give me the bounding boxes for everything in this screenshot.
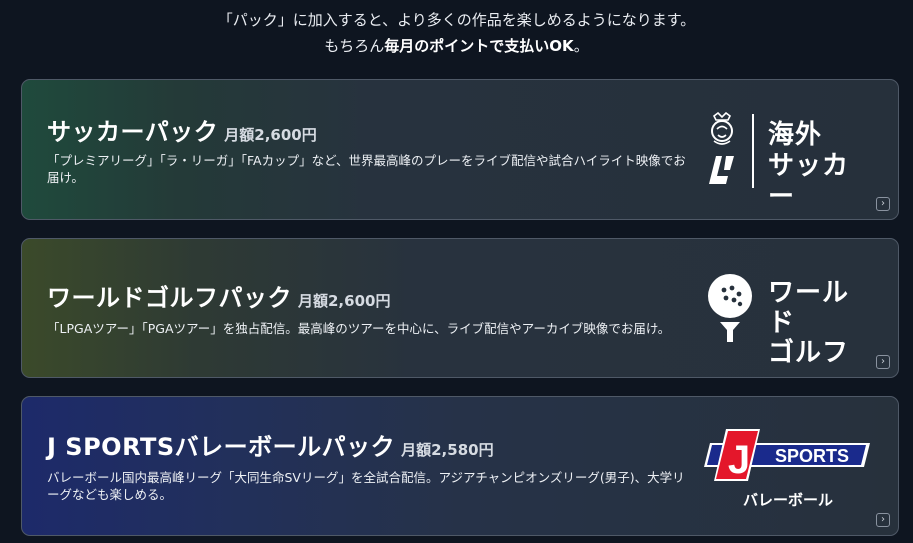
- intro-line-1: 「パック」に加入すると、より多くの作品を楽しめるようになります。: [217, 11, 696, 29]
- intro-line-2-bold: 毎月のポイントで支払いOK: [384, 37, 574, 55]
- world-golf-text: ワールド ゴルフ: [768, 278, 874, 368]
- pack-description: バレーボール国内最高峰リーグ「大同生命SVリーグ」を全試合配信。アジアチャンピオ…: [47, 470, 685, 502]
- pack-card-golf[interactable]: ワールドゴルフパック 月額2,600円 「LPGAツアー」「PGAツアー」を独占配…: [21, 238, 899, 378]
- world-golf-logo: ワールド ゴルフ: [706, 272, 874, 368]
- golf-ball-icon: [708, 274, 752, 342]
- chevron-right-icon[interactable]: ›: [876, 355, 890, 369]
- jsports-logo: J SPORTS バレーボール: [702, 427, 874, 519]
- pack-price: 月額2,600円: [298, 292, 391, 310]
- intro-line-2: もちろん毎月のポイントで支払いOK。: [0, 33, 913, 59]
- logo-divider: [752, 114, 754, 188]
- logo-text-line-1: ワールド: [768, 278, 850, 338]
- pack-price: 月額2,580円: [401, 441, 494, 459]
- pack-card-volleyball[interactable]: J SPORTSバレーボールパック 月額2,580円 バレーボール国内最高峰リーグ…: [21, 396, 899, 536]
- volleyball-label: バレーボール: [742, 491, 833, 509]
- intro-line-2-suffix: 。: [573, 37, 589, 55]
- logo-text-line-2: ゴルフ: [768, 338, 850, 368]
- intro-line-2-prefix: もちろん: [324, 37, 385, 55]
- logo-text-line-2: サッカー: [768, 151, 850, 212]
- pack-price: 月額2,600円: [224, 126, 317, 144]
- pack-name: J SPORTSバレーボールパック: [47, 433, 396, 461]
- pack-title: サッカーパック 月額2,600円: [47, 112, 317, 147]
- pack-card-soccer[interactable]: サッカーパック 月額2,600円 「プレミアリーグ」「ラ・リーガ」「FAカップ」な…: [21, 79, 899, 220]
- chevron-right-icon[interactable]: ›: [876, 197, 890, 211]
- jsports-logo-word: SPORTS: [775, 446, 849, 466]
- chevron-right-icon[interactable]: ›: [876, 513, 890, 527]
- pack-name: ワールドゴルフパック: [47, 284, 292, 312]
- intro-text: 「パック」に加入すると、より多くの作品を楽しめるようになります。 もちろん毎月の…: [0, 7, 913, 59]
- pack-description: 「プレミアリーグ」「ラ・リーガ」「FAカップ」など、世界最高峰のプレーをライブ配…: [47, 153, 686, 185]
- pack-title: ワールドゴルフパック 月額2,600円: [47, 278, 390, 313]
- pack-title: J SPORTSバレーボールパック 月額2,580円: [47, 427, 494, 462]
- pack-description: 「LPGAツアー」「PGAツアー」を独占配信。最高峰のツアーを中心に、ライブ配信…: [47, 321, 671, 336]
- jsports-logo-letter: J: [728, 438, 750, 482]
- overseas-soccer-text: 海外 サッカー: [768, 120, 874, 213]
- pack-name: サッカーパック: [47, 118, 219, 146]
- laliga-icon: [709, 156, 734, 184]
- jsports-logo-mark: J SPORTS: [704, 429, 870, 482]
- logo-text-line-1: 海外: [768, 120, 823, 150]
- overseas-soccer-logo: 海外 サッカー: [702, 111, 874, 212]
